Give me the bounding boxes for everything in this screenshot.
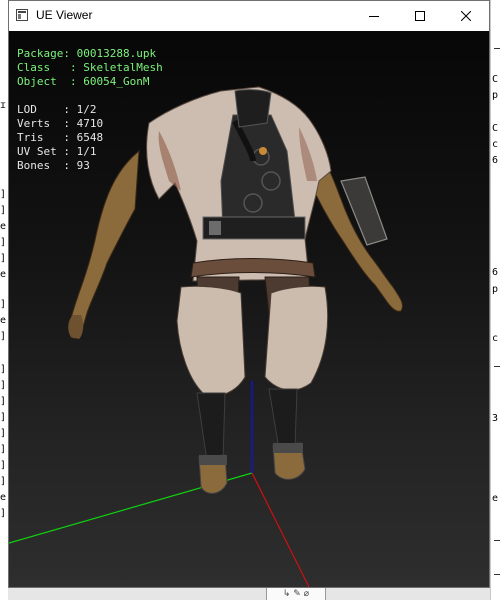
background-text-fragment: e [0,221,7,232]
character-shin-left [196,392,226,462]
info-value: SkeletalMesh [83,61,163,74]
background-text-fragment: ] [0,364,7,375]
info-class-line: Class : SkeletalMesh [17,61,163,75]
close-button[interactable] [443,1,489,31]
character-pants-right [264,285,329,391]
info-value: 60054_GonM [83,75,150,88]
close-icon [461,11,471,21]
background-text-fragment: ] [0,331,7,342]
info-label: Package: [17,47,77,60]
background-text-fragment: ] [0,428,7,439]
info-tris-line: Tris : 6548 [17,131,103,145]
info-label: Tris : [17,131,77,144]
info-label: Object : [17,75,84,88]
info-lod-line: LOD : 1/2 [17,103,96,117]
background-scrollbar-mark [494,366,500,367]
background-text-fragment: ] [0,299,7,310]
background-text-fragment: p [492,284,499,295]
character-shin-right [268,388,298,450]
info-label: UV Set : [17,145,77,158]
background-text-fragment: ] [0,460,7,471]
background-scrollbar-mark [494,48,500,49]
3d-viewport[interactable]: Package: 00013288.upk Class : SkeletalMe… [9,31,489,587]
background-scrollbar-mark [494,540,500,541]
maximize-icon [415,11,425,21]
background-text-fragment: C [492,74,499,85]
background-window-right-edge: C p C c 6 6 p c 3 e [490,0,500,600]
info-label: Verts : [17,117,77,130]
background-text-fragment: ] [0,237,7,248]
info-value: 00013288.upk [76,47,157,60]
background-text-fragment: 3 [492,413,499,424]
character-left-hand [68,315,84,339]
background-taskbar-strip: ↳ ✎ ⌀ [8,588,490,600]
background-text-fragment: 6 [492,267,499,278]
info-label: LOD : [17,103,77,116]
background-text-fragment: ] [0,205,7,216]
window-title: UE Viewer [36,8,93,22]
background-text-fragment: ] [0,380,7,391]
belt-buckle [209,221,221,235]
background-text-fragment: ] [0,476,7,487]
background-text-fragment: c [492,139,499,150]
info-value: 6548 [76,131,104,144]
character-collar [234,89,272,128]
info-label: Bones : [17,159,77,172]
info-value: 1/2 [76,103,97,116]
info-value: 4710 [76,117,104,130]
background-tab: ↳ ✎ ⌀ [266,588,326,600]
background-text-fragment: e [0,269,7,280]
app-window-icon[interactable] [16,9,28,21]
background-text-fragment: p [492,90,499,101]
info-value: 93 [76,159,90,172]
background-text-fragment: e [0,492,7,503]
info-uvset-line: UV Set : 1/1 [17,145,96,159]
info-object-line: Object : 60054_GonM [17,75,149,89]
ankle-wrap-left [199,455,227,465]
info-label: Class : [17,61,84,74]
background-text-fragment: ] [0,412,7,423]
info-package-line: Package: 00013288.upk [17,47,156,61]
ue-viewer-window: UE Viewer Package: 00013288.upk Class: … [8,0,490,588]
character-pants-left [176,285,246,397]
background-text-fragment: ] [0,189,7,200]
title-bar[interactable]: UE Viewer [9,1,489,31]
background-text-fragment: c [492,333,499,344]
maximize-button[interactable] [397,1,443,31]
minimize-button[interactable] [351,1,397,31]
background-text-fragment: ] [0,444,7,455]
pendant [259,147,267,155]
background-text-fragment: ] [0,508,7,519]
minimize-icon [369,16,379,17]
background-text-fragment: ] [0,396,7,407]
background-text-fragment: e [0,315,7,326]
info-verts-line: Verts : 4710 [17,117,103,131]
background-text-fragment: C [492,123,499,134]
background-text-fragment: 6 [492,155,499,166]
info-bones-line: Bones : 93 [17,159,90,173]
x-axis-line [251,472,310,587]
info-value: 1/1 [76,145,97,158]
character-left-arm [69,149,140,339]
background-scrollbar-mark [494,574,500,575]
ankle-wrap-right [273,443,303,453]
background-text-fragment: e [492,493,499,504]
background-text-fragment: ɪ [0,100,7,111]
background-text-fragment: ] [0,253,7,264]
